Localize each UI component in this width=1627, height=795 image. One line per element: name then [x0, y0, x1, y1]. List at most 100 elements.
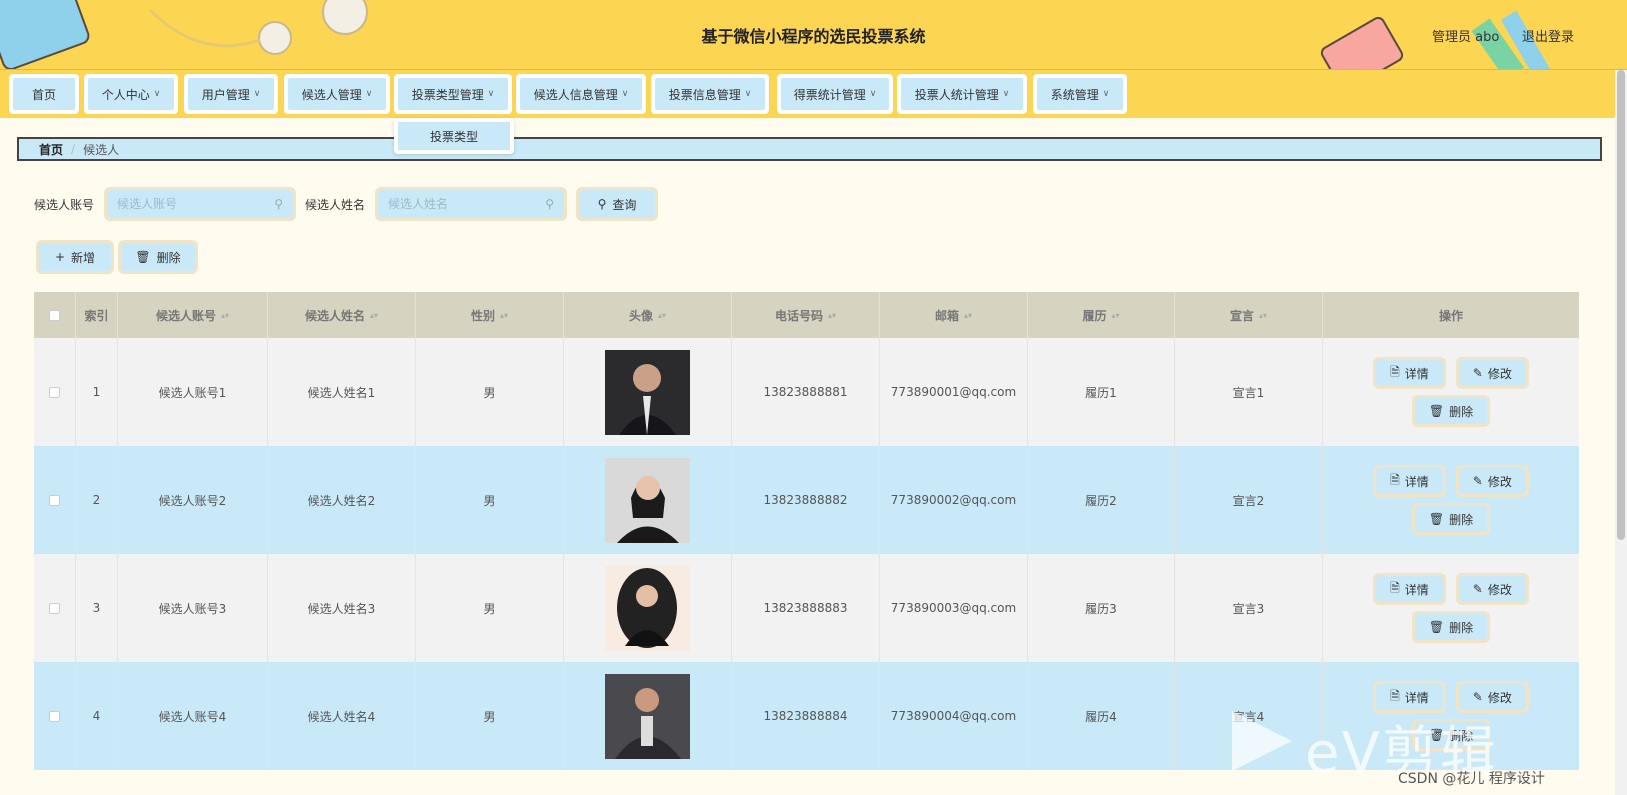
phone-cell: 13823888884 — [732, 662, 880, 770]
row-checkbox[interactable] — [49, 494, 60, 506]
column-header-actions: 操作 — [1323, 292, 1579, 338]
nav-item-candidate-info-management[interactable]: 候选人信息管理 ∨ — [516, 74, 646, 114]
name-cell: 候选人姓名4 — [268, 662, 416, 770]
edit-button[interactable]: ✎ 修改 — [1455, 357, 1529, 389]
nav-item-voter-statistics[interactable]: 投票人统计管理 ∨ — [897, 74, 1027, 114]
column-header-index: 索引 — [76, 292, 118, 338]
column-header-gender[interactable]: 性别 ▴▾ — [416, 292, 564, 338]
trash-icon: 🗑 — [1428, 620, 1445, 634]
gender-cell: 男 — [416, 554, 564, 662]
batch-delete-button[interactable]: 🗑 删除 — [118, 240, 198, 274]
pencil-icon: ✎ — [1472, 582, 1483, 596]
app-header: 基于微信小程序的选民投票系统 管理员 abo 退出登录 — [0, 0, 1627, 70]
name-cell: 候选人姓名3 — [268, 554, 416, 662]
edit-button[interactable]: ✎ 修改 — [1455, 465, 1529, 497]
edit-button-label: 修改 — [1487, 690, 1512, 705]
column-header-phone[interactable]: 电话号码 ▴▾ — [732, 292, 880, 338]
column-header-label: 索引 — [84, 308, 109, 323]
breadcrumb-home[interactable]: 首页 — [39, 141, 63, 158]
nav-item-label: 首页 — [31, 87, 56, 102]
detail-button[interactable]: 🗎 详情 — [1373, 357, 1446, 389]
chevron-down-icon: ∨ — [365, 89, 373, 99]
logout-link[interactable]: 退出登录 — [1522, 26, 1574, 45]
row-checkbox[interactable] — [49, 602, 60, 614]
manifesto-cell: 宣言1 — [1175, 338, 1323, 446]
avatar — [605, 565, 690, 651]
name-cell: 候选人姓名1 — [268, 338, 416, 446]
resume-cell: 履历1 — [1028, 338, 1175, 446]
breadcrumb: 首页 / 候选人 — [17, 137, 1602, 161]
nav-item-vote-count-statistics[interactable]: 得票统计管理 ∨ — [777, 74, 893, 114]
delete-button[interactable]: 🗑 删除 — [1411, 611, 1491, 643]
table-row: 2 候选人账号2 候选人姓名2 男 13823888882 773890002@… — [34, 446, 1579, 554]
name-cell: 候选人姓名2 — [268, 446, 416, 554]
edit-button-label: 修改 — [1487, 582, 1512, 597]
app-title: 基于微信小程序的选民投票系统 — [701, 27, 926, 46]
nav-item-home[interactable]: 首页 — [9, 74, 79, 114]
document-icon: 🗎 — [1390, 688, 1400, 703]
column-header-label: 候选人账号 — [155, 308, 216, 323]
sort-icon: ▴▾ — [827, 310, 837, 320]
nav-item-label: 个人中心 — [101, 87, 150, 102]
row-checkbox[interactable] — [49, 710, 60, 722]
nav-item-personal-center[interactable]: 个人中心 ∨ — [84, 74, 178, 114]
avatar — [605, 457, 690, 543]
candidate-table: 索引 候选人账号 ▴▾ 候选人姓名 ▴▾ 性别 ▴▾ 头像 ▴▾ 电话号码 ▴▾ 邮箱 ▴▾… — [34, 292, 1579, 770]
sort-icon: ▴▾ — [963, 310, 973, 320]
phone-cell: 13823888883 — [732, 554, 880, 662]
nav-item-system-management[interactable]: 系统管理 ∨ — [1033, 74, 1127, 114]
nav-item-candidate-management[interactable]: 候选人管理 ∨ — [284, 74, 390, 114]
avatar-cell — [564, 446, 732, 554]
name-search-input[interactable] — [388, 197, 528, 211]
row-checkbox[interactable] — [49, 386, 60, 398]
row-select-cell — [34, 662, 76, 770]
row-select-cell — [34, 554, 76, 662]
query-button[interactable]: ⚲ 查询 — [576, 187, 658, 221]
pencil-icon: ✎ — [1472, 690, 1483, 704]
dropdown-item-vote-type[interactable]: 投票类型 — [398, 122, 510, 150]
edit-button[interactable]: ✎ 修改 — [1455, 573, 1529, 605]
nav-item-vote-type-management[interactable]: 投票类型管理 ∨ — [394, 74, 512, 114]
column-header-manifesto[interactable]: 宣言 ▴▾ — [1175, 292, 1323, 338]
chevron-down-icon: ∨ — [621, 89, 629, 99]
delete-button[interactable]: 🗑 删除 — [1411, 503, 1491, 535]
column-header-account[interactable]: 候选人账号 ▴▾ — [118, 292, 268, 338]
chevron-down-icon: ∨ — [1102, 89, 1110, 99]
admin-username: 管理员 abo — [1432, 30, 1500, 45]
detail-button[interactable]: 🗎 详情 — [1373, 465, 1446, 497]
row-select-cell — [34, 338, 76, 446]
column-header-label: 头像 — [628, 308, 653, 323]
nav-item-label: 候选人管理 — [301, 87, 362, 102]
actions-cell: 🗎 详情 ✎ 修改 🗑 删除 — [1323, 446, 1579, 554]
sort-icon: ▴▾ — [657, 310, 667, 320]
column-header-email[interactable]: 邮箱 ▴▾ — [880, 292, 1028, 338]
nav-item-vote-info-management[interactable]: 投票信息管理 ∨ — [651, 74, 769, 114]
detail-button-label: 详情 — [1404, 582, 1429, 597]
dropdown-item-label: 投票类型 — [429, 129, 478, 144]
column-header-avatar[interactable]: 头像 ▴▾ — [564, 292, 732, 338]
select-all-checkbox[interactable] — [49, 309, 60, 321]
trash-icon: 🗑 — [1428, 512, 1445, 526]
column-header-label: 邮箱 — [934, 308, 959, 323]
table-header-row: 索引 候选人账号 ▴▾ 候选人姓名 ▴▾ 性别 ▴▾ 头像 ▴▾ 电话号码 ▴▾ 邮箱 ▴▾… — [34, 292, 1579, 338]
table-row: 3 候选人账号3 候选人姓名3 男 13823888883 773890003@… — [34, 554, 1579, 662]
account-search-input[interactable] — [117, 197, 257, 211]
delete-button[interactable]: 🗑 删除 — [1411, 395, 1491, 427]
gender-cell: 男 — [416, 338, 564, 446]
index-cell: 4 — [76, 662, 118, 770]
play-icon — [1232, 711, 1292, 771]
document-icon: 🗎 — [1390, 364, 1400, 379]
add-button-label: 新增 — [71, 250, 96, 265]
edit-button-label: 修改 — [1487, 474, 1512, 489]
page-scrollbar[interactable] — [1615, 70, 1627, 795]
index-cell: 3 — [76, 554, 118, 662]
sort-icon: ▴▾ — [220, 310, 230, 320]
column-header-label: 电话号码 — [774, 308, 823, 323]
detail-button[interactable]: 🗎 详情 — [1373, 573, 1446, 605]
nav-item-user-management[interactable]: 用户管理 ∨ — [184, 74, 278, 114]
column-header-resume[interactable]: 履历 ▴▾ — [1028, 292, 1175, 338]
scrollbar-thumb[interactable] — [1617, 70, 1625, 540]
add-button[interactable]: + 新增 — [36, 240, 114, 274]
column-header-name[interactable]: 候选人姓名 ▴▾ — [268, 292, 416, 338]
search-icon: ⚲ — [597, 197, 607, 211]
